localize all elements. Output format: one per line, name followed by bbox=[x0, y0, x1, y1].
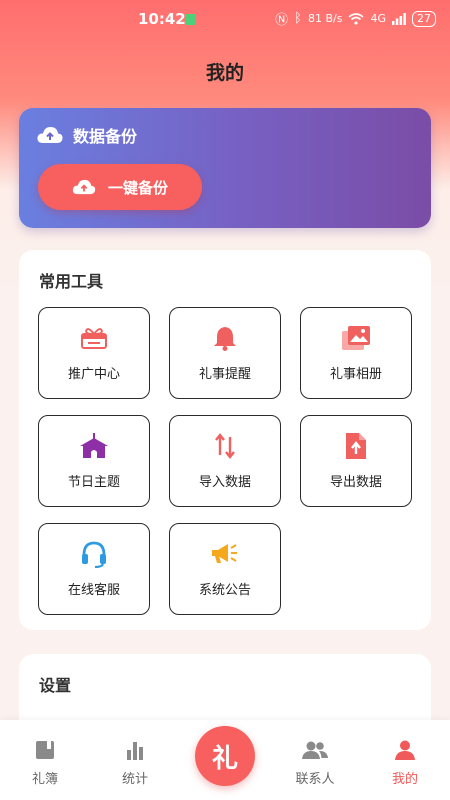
import-arrows-icon bbox=[170, 432, 280, 460]
tool-label: 节日主题 bbox=[67, 475, 120, 490]
battery-icon: 27 bbox=[412, 10, 436, 27]
center-gift-button[interactable]: 礼 bbox=[195, 726, 255, 786]
backup-title: 数据备份 bbox=[73, 127, 138, 146]
wifi-icon bbox=[348, 12, 364, 25]
tool-label: 导入数据 bbox=[198, 475, 251, 490]
tool-promotion-center[interactable]: 推广中心 bbox=[38, 307, 150, 399]
one-click-backup-button[interactable]: 一键备份 bbox=[38, 164, 202, 210]
tab-label: 礼簿 bbox=[31, 772, 58, 787]
tool-event-reminder[interactable]: 礼事提醒 bbox=[169, 307, 281, 399]
tab-contacts[interactable]: 联系人 bbox=[270, 740, 360, 787]
book-icon bbox=[36, 741, 54, 759]
status-bar: 10:42 Ⓝ ᛒ 81 B/s 4G 27 bbox=[0, 0, 450, 38]
status-time: 10:42 bbox=[138, 10, 186, 28]
gift-card-icon bbox=[39, 324, 149, 352]
sim-icon bbox=[185, 14, 196, 25]
tool-label: 礼事相册 bbox=[329, 367, 382, 382]
settings-title: 设置 bbox=[39, 676, 72, 695]
tools-card: 常用工具 推广中心 礼事提醒 礼事相册 节日主题 导入数据 导出数据 在线客服 … bbox=[19, 250, 431, 630]
tab-label: 我的 bbox=[391, 772, 418, 787]
backup-card: 数据备份 一键备份 bbox=[19, 108, 431, 228]
export-file-icon bbox=[301, 432, 411, 460]
tool-import-data[interactable]: 导入数据 bbox=[169, 415, 281, 507]
cloud-upload-icon bbox=[37, 127, 63, 143]
tab-label: 联系人 bbox=[295, 772, 335, 787]
headset-icon bbox=[39, 540, 149, 568]
tool-label: 导出数据 bbox=[329, 475, 382, 490]
backup-button-label: 一键备份 bbox=[107, 178, 168, 197]
tab-mine[interactable]: 我的 bbox=[360, 740, 450, 787]
network-speed: 81 B/s bbox=[307, 12, 343, 25]
tool-label: 推广中心 bbox=[67, 367, 120, 382]
megaphone-icon bbox=[170, 540, 280, 568]
tool-event-album[interactable]: 礼事相册 bbox=[300, 307, 412, 399]
page-title: 我的 bbox=[205, 62, 244, 84]
backup-title-row: 数据备份 bbox=[37, 123, 137, 147]
contacts-icon bbox=[302, 741, 328, 759]
tools-title: 常用工具 bbox=[39, 272, 104, 291]
bluetooth-icon: ᛒ bbox=[294, 11, 302, 26]
tool-festival-theme[interactable]: 节日主题 bbox=[38, 415, 150, 507]
bar-chart-icon bbox=[127, 742, 143, 760]
bell-icon bbox=[170, 324, 280, 352]
tool-export-data[interactable]: 导出数据 bbox=[300, 415, 412, 507]
status-icons: Ⓝ ᛒ 81 B/s 4G 27 bbox=[275, 9, 436, 28]
person-icon bbox=[395, 740, 415, 760]
tool-system-announcement[interactable]: 系统公告 bbox=[169, 523, 281, 615]
tab-gift-book[interactable]: 礼簿 bbox=[0, 740, 90, 787]
signal-bars-icon bbox=[392, 12, 406, 25]
tool-label: 礼事提醒 bbox=[198, 367, 251, 382]
cloud-upload-icon bbox=[72, 179, 96, 195]
tab-label: 统计 bbox=[121, 772, 148, 787]
nfc-icon: Ⓝ bbox=[275, 13, 289, 28]
signal-label: 4G bbox=[370, 12, 386, 25]
photo-album-icon bbox=[301, 324, 411, 352]
house-theme-icon bbox=[39, 432, 149, 460]
tool-online-support[interactable]: 在线客服 bbox=[38, 523, 150, 615]
tab-statistics[interactable]: 统计 bbox=[90, 740, 180, 787]
tool-label: 系统公告 bbox=[198, 583, 251, 598]
tool-label: 在线客服 bbox=[67, 583, 120, 598]
